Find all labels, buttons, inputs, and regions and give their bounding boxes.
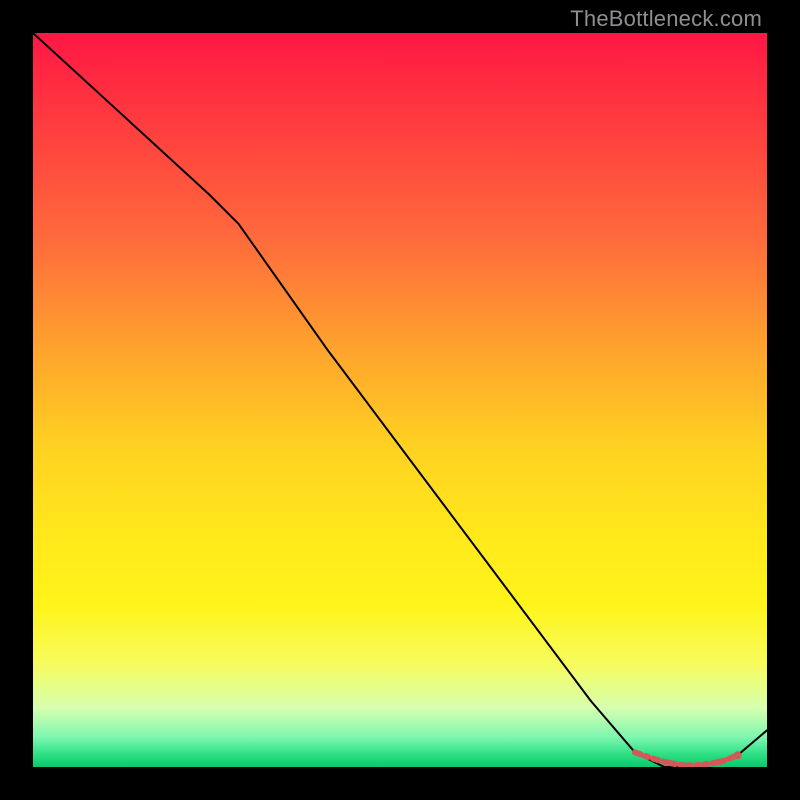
- bottleneck-curve: [33, 33, 767, 767]
- valley-end-dot: [734, 751, 742, 759]
- plot-area: [33, 33, 767, 767]
- watermark-label: TheBottleneck.com: [570, 6, 762, 32]
- chart-stage: TheBottleneck.com: [0, 0, 800, 800]
- valley-highlight: [635, 752, 738, 765]
- chart-svg: [33, 33, 767, 767]
